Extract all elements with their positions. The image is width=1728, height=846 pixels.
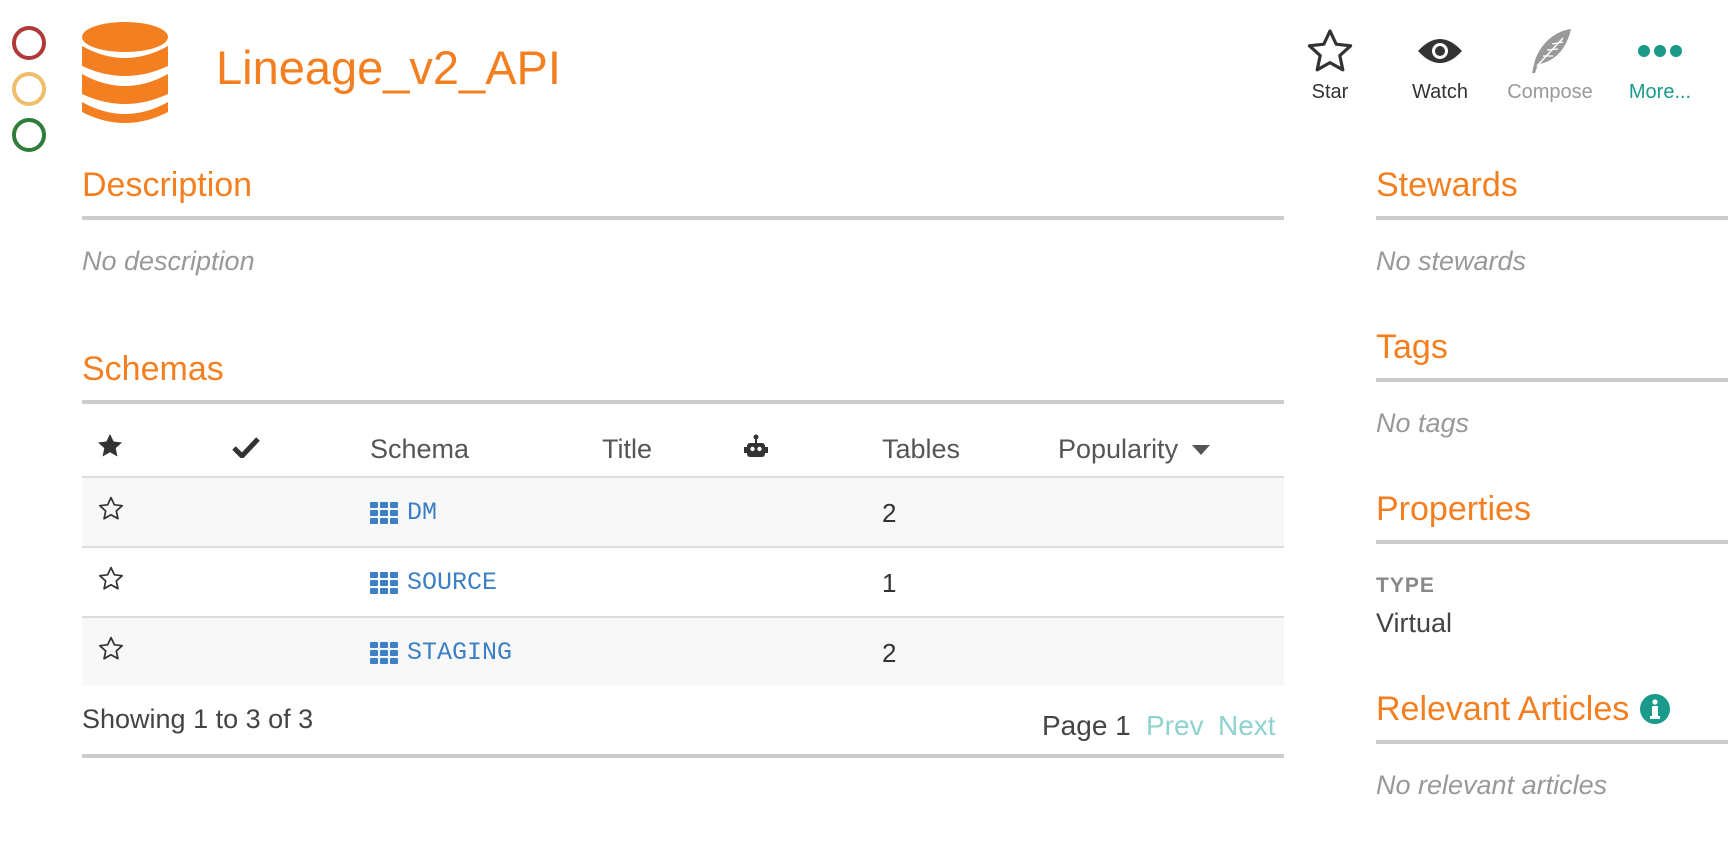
status-circle-red[interactable] (12, 26, 46, 60)
schema-link[interactable]: SOURCE (370, 568, 497, 597)
compose-label: Compose (1507, 81, 1593, 103)
table-row: STAGING 2 (82, 618, 1284, 686)
column-popularity-label: Popularity (1058, 434, 1179, 464)
divider (1376, 216, 1728, 220)
schema-name: STAGING (407, 638, 513, 667)
feather-icon (1495, 24, 1605, 78)
stewards-empty: No stewards (1376, 246, 1527, 276)
column-tables[interactable]: Tables (882, 434, 960, 465)
description-heading: Description (82, 166, 253, 204)
tables-count: 2 (882, 498, 897, 528)
divider (1376, 740, 1728, 744)
sort-down-icon (1191, 444, 1210, 455)
articles-empty: No relevant articles (1376, 770, 1608, 800)
next-button[interactable]: Next (1218, 712, 1276, 740)
grid-icon (370, 501, 398, 524)
schemas-table: Schema Title Tables Popularity DM 2 SOUR… (82, 412, 1284, 686)
schema-name: DM (407, 498, 438, 527)
relevant-articles-label: Relevant Articles (1376, 690, 1630, 728)
divider (82, 400, 1284, 404)
property-value: Virtual (1376, 608, 1453, 638)
column-title[interactable]: Title (602, 434, 652, 465)
table-row: DM 2 (82, 478, 1284, 548)
column-schema[interactable]: Schema (370, 434, 469, 465)
property-key: TYPE (1376, 574, 1435, 597)
star-outline-icon[interactable] (98, 566, 124, 598)
watch-label: Watch (1412, 81, 1468, 103)
table-header: Schema Title Tables Popularity (82, 412, 1284, 478)
tables-count: 2 (882, 638, 897, 668)
star-outline-icon[interactable] (98, 496, 124, 528)
status-circle-green[interactable] (12, 118, 46, 152)
star-outline-icon (1275, 24, 1385, 78)
check-icon[interactable] (232, 434, 260, 465)
robot-icon[interactable] (744, 434, 768, 467)
ellipsis-icon (1605, 24, 1715, 78)
tags-empty: No tags (1376, 408, 1470, 438)
column-popularity[interactable]: Popularity (1058, 434, 1210, 465)
grid-icon (370, 571, 398, 594)
pagination-summary: Showing 1 to 3 of 3 (82, 704, 314, 734)
tables-count: 1 (882, 568, 897, 598)
stewards-heading: Stewards (1376, 166, 1518, 204)
schema-name: SOURCE (407, 568, 498, 597)
compose-button[interactable]: Compose (1495, 24, 1605, 104)
divider (1376, 378, 1728, 382)
divider (82, 216, 1284, 220)
description-empty: No description (82, 246, 255, 276)
relevant-articles-heading: Relevant Articles (1376, 692, 1671, 726)
schemas-heading: Schemas (82, 350, 224, 388)
page-title: Lineage_v2_API (216, 41, 561, 94)
grid-icon (370, 641, 398, 664)
star-outline-icon[interactable] (98, 636, 124, 668)
properties-heading: Properties (1376, 490, 1531, 528)
table-row: SOURCE 1 (82, 548, 1284, 618)
star-solid-icon[interactable] (96, 432, 124, 466)
status-circle-yellow[interactable] (12, 72, 46, 106)
tags-heading: Tags (1376, 328, 1448, 366)
schema-link[interactable]: DM (370, 498, 437, 527)
watch-button[interactable]: Watch (1385, 24, 1495, 104)
page-indicator: Page 1 (1042, 710, 1131, 741)
star-label: Star (1311, 81, 1349, 103)
schema-link[interactable]: STAGING (370, 638, 512, 667)
prev-button[interactable]: Prev (1146, 712, 1204, 740)
star-button[interactable]: Star (1275, 24, 1385, 104)
more-label: More... (1628, 81, 1692, 103)
info-icon[interactable] (1639, 693, 1671, 725)
more-button[interactable]: More... (1605, 24, 1715, 104)
database-icon (82, 22, 168, 133)
divider (82, 754, 1284, 758)
eye-icon (1385, 24, 1495, 78)
divider (1376, 540, 1728, 544)
